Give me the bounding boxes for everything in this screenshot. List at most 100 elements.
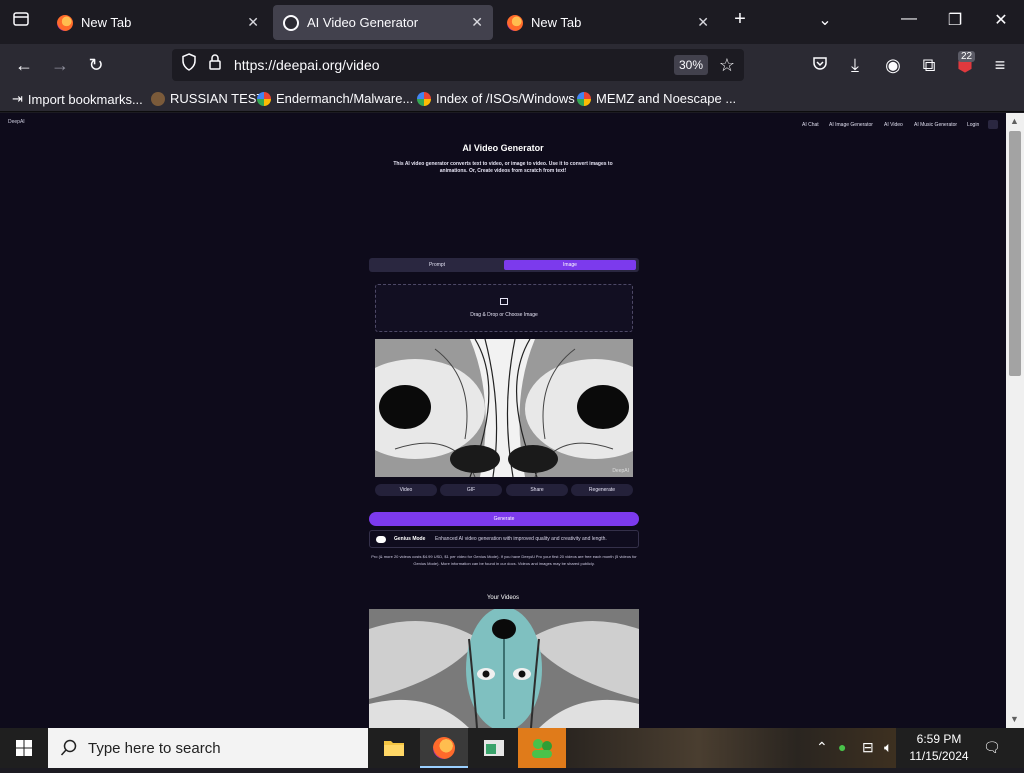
navigation-toolbar: ← → ↻ https://deepai.org/video 30% ☆ ⤓ ◉…: [0, 44, 1024, 86]
restore-button[interactable]: ❐: [940, 10, 970, 30]
clock-time: 6:59 PM: [916, 732, 962, 746]
bookmark-endermanch[interactable]: Endermanch/Malware...: [257, 91, 413, 106]
genius-mode-description: Enhanced AI video generation with improv…: [435, 536, 607, 542]
page-title: AI Video Generator: [462, 143, 544, 153]
tab-image[interactable]: Image: [504, 260, 636, 270]
google-icon: [577, 91, 591, 106]
uploaded-image-preview: DeepAI: [375, 339, 633, 477]
people-icon: [532, 739, 552, 758]
new-tab-button[interactable]: +: [725, 8, 755, 31]
windows-logo-icon: [16, 740, 32, 756]
video-thumbnail-image: [369, 609, 639, 728]
zoom-level[interactable]: 30%: [674, 55, 708, 75]
reload-icon[interactable]: ↻: [83, 53, 109, 77]
extension-badge: 22: [958, 51, 976, 62]
page-scrollbar[interactable]: ▲ ▼: [1006, 113, 1024, 728]
bookmark-label: Index of /ISOs/Windows: [436, 91, 575, 106]
nav-ai-image-generator[interactable]: AI Image Generator: [829, 122, 873, 128]
app-window[interactable]: [470, 728, 518, 768]
folder-icon: [384, 741, 404, 756]
tab-prompt[interactable]: Prompt: [371, 260, 503, 270]
people-tray-icon[interactable]: ●: [838, 739, 846, 755]
nav-ai-chat[interactable]: AI Chat: [802, 122, 819, 128]
tab-ai-video-generator[interactable]: AI Video Generator ✕: [273, 5, 493, 40]
url-bar[interactable]: https://deepai.org/video 30% ☆: [172, 49, 744, 81]
import-icon: ⇥: [12, 91, 23, 106]
extensions-icon[interactable]: ⧉: [916, 53, 942, 77]
nav-ai-video[interactable]: AI Video: [884, 122, 903, 128]
tab-new-tab-1[interactable]: New Tab ✕: [47, 5, 269, 40]
tab-label: New Tab: [531, 15, 582, 30]
bookmark-label: RUSSIAN TEST: [170, 91, 265, 106]
pocket-icon[interactable]: [807, 53, 833, 77]
firefox-icon: [433, 737, 455, 759]
preview-image: [375, 339, 633, 477]
notifications-icon[interactable]: 🗨︎: [983, 739, 1001, 756]
close-tab-icon[interactable]: ✕: [471, 14, 483, 31]
google-icon: [257, 91, 271, 106]
site-logo[interactable]: DeepAI: [8, 119, 25, 125]
genius-mode-label: Genius Mode: [394, 536, 426, 542]
firefox-app[interactable]: [420, 728, 468, 768]
downloads-icon[interactable]: ⤓: [842, 53, 868, 77]
menu-icon[interactable]: ≡: [987, 53, 1013, 77]
regenerate-button[interactable]: Regenerate: [571, 484, 633, 496]
account-icon[interactable]: ◉: [880, 53, 906, 77]
generate-button[interactable]: Generate: [369, 512, 639, 526]
bookmark-russian-test[interactable]: RUSSIAN TEST: [151, 91, 264, 106]
search-icon: [60, 739, 77, 756]
volume-icon[interactable]: 🔈︎: [884, 739, 892, 756]
close-window-button[interactable]: ✕: [986, 10, 1016, 30]
back-arrow-icon[interactable]: ←: [11, 53, 37, 77]
mode-tabs: Prompt Image: [369, 258, 639, 272]
close-tab-icon[interactable]: ✕: [697, 14, 709, 31]
tab-list-icon[interactable]: [8, 10, 34, 34]
page-subtitle: This AI video generator converts text to…: [393, 161, 613, 174]
tab-new-tab-2[interactable]: New Tab ✕: [497, 5, 719, 40]
tab-label: New Tab: [81, 15, 132, 30]
nav-login[interactable]: Login: [967, 122, 979, 128]
genius-mode-toggle[interactable]: [376, 536, 386, 543]
scrollbar-thumb[interactable]: [1009, 131, 1021, 376]
network-icon[interactable]: ⊟: [862, 739, 874, 756]
minimize-button[interactable]: —: [894, 10, 924, 28]
search-placeholder: Type here to search: [88, 740, 221, 757]
bookmark-isos[interactable]: Index of /ISOs/Windows: [417, 91, 575, 106]
close-tab-icon[interactable]: ✕: [247, 14, 259, 31]
site-icon: [151, 91, 165, 106]
url-text[interactable]: https://deepai.org/video: [234, 57, 380, 73]
video-button[interactable]: Video: [375, 484, 437, 496]
taskbar-search[interactable]: Type here to search: [48, 728, 368, 768]
windows-taskbar: Type here to search ⌃ ● ⊟ 🔈︎ 6:59 PM 11/…: [0, 728, 1024, 768]
bookmark-import[interactable]: ⇥ Import bookmarks...: [12, 91, 143, 107]
chevron-down-icon[interactable]: ⌄: [810, 10, 840, 30]
shield-icon[interactable]: [176, 53, 202, 77]
your-videos-heading: Your Videos: [486, 595, 520, 601]
file-explorer-app[interactable]: [370, 728, 418, 768]
scroll-down-icon[interactable]: ▼: [1010, 714, 1019, 724]
deepai-icon: [283, 14, 299, 31]
dropzone-label: Drag & Drop or Choose Image: [470, 312, 538, 318]
taskbar-clock[interactable]: 6:59 PM 11/15/2024: [904, 731, 974, 765]
image-upload-icon: [500, 298, 508, 305]
bookmark-star-icon[interactable]: ☆: [714, 53, 740, 77]
firefox-icon: [507, 14, 523, 31]
firefox-icon: [57, 14, 73, 31]
chevron-up-icon[interactable]: ⌃: [816, 739, 828, 756]
video-thumbnail[interactable]: [369, 609, 639, 728]
google-icon: [417, 91, 431, 106]
nav-ai-music-generator[interactable]: AI Music Generator: [914, 122, 957, 128]
forward-arrow-icon[interactable]: →: [47, 53, 73, 77]
start-button[interactable]: [0, 728, 48, 768]
web-page: DeepAI AI Chat AI Image Generator AI Vid…: [0, 113, 1006, 728]
bookmark-memz[interactable]: MEMZ and Noescape ...: [577, 91, 736, 106]
scroll-up-icon[interactable]: ▲: [1010, 116, 1019, 126]
lock-icon[interactable]: [202, 53, 228, 77]
chat-app[interactable]: [518, 728, 566, 768]
window-icon: [484, 740, 504, 756]
menu-icon[interactable]: [988, 120, 998, 129]
share-button[interactable]: Share: [506, 484, 568, 496]
image-dropzone[interactable]: Drag & Drop or Choose Image: [375, 284, 633, 332]
gif-button[interactable]: GIF: [440, 484, 502, 496]
tab-label: AI Video Generator: [307, 15, 419, 30]
